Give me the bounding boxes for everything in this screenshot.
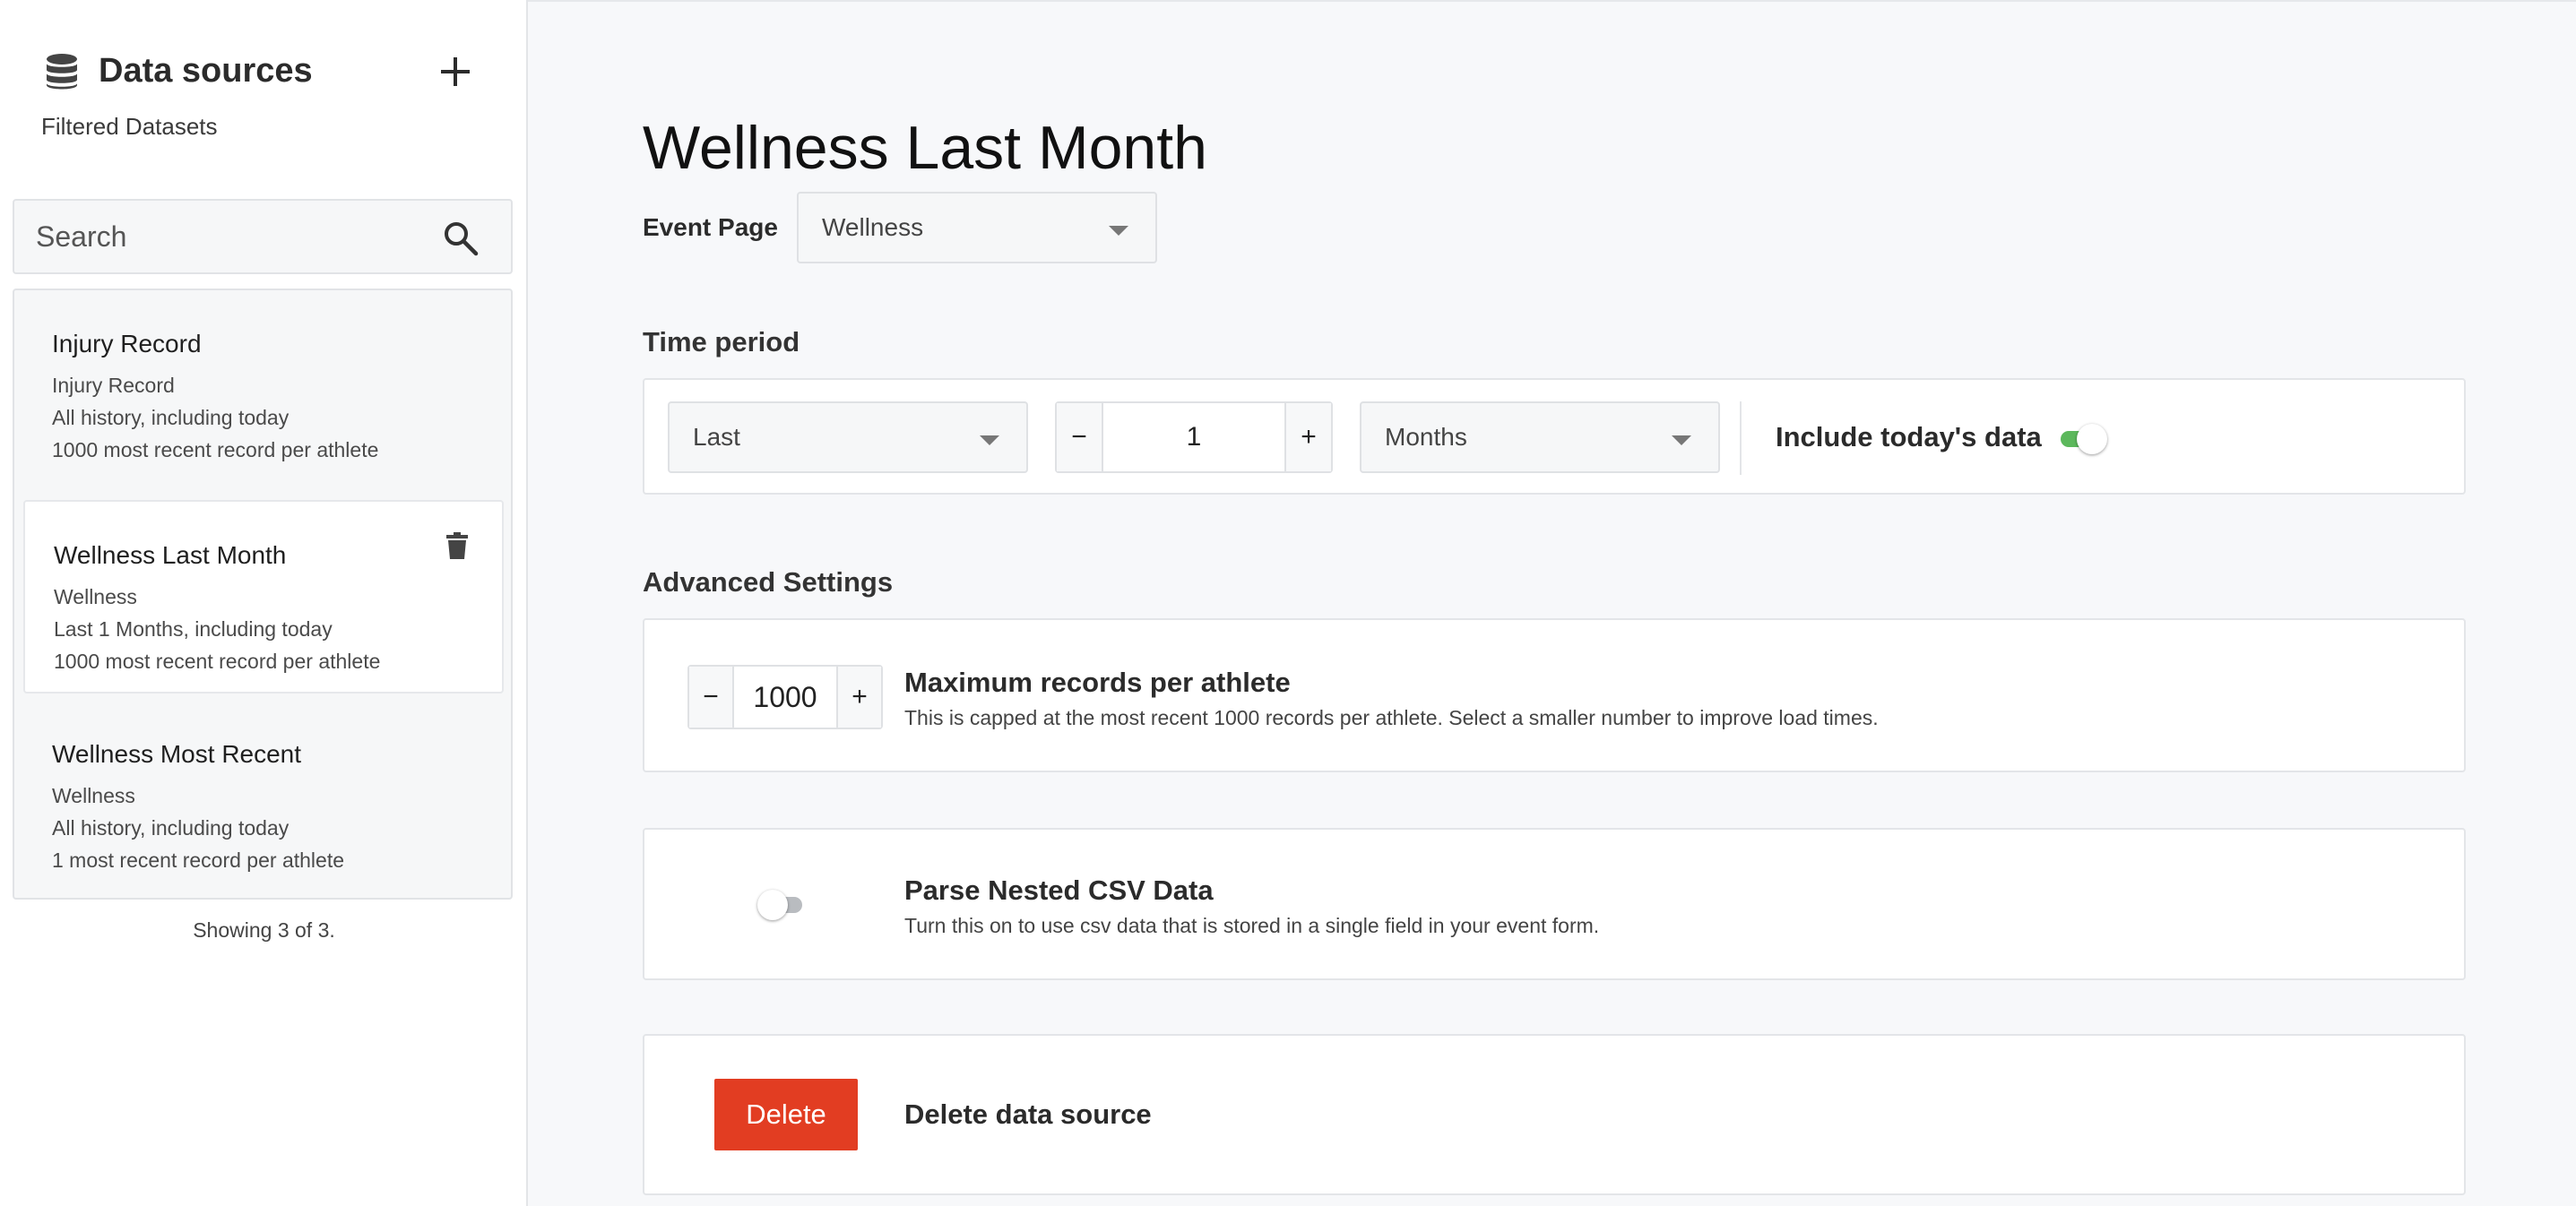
parse-csv-title: Parse Nested CSV Data [904, 874, 1214, 906]
search-input[interactable] [14, 201, 427, 272]
event-page-value: Wellness [822, 213, 924, 241]
include-today-toggle[interactable] [2057, 423, 2107, 454]
delete-card: Delete Delete data source [643, 1034, 2466, 1195]
list-item-period: Last 1 Months, including today [54, 617, 333, 641]
list-item-period: All history, including today [52, 816, 290, 840]
increment-button[interactable]: + [838, 667, 881, 728]
showing-count: Showing 3 of 3. [193, 918, 335, 942]
time-period-label: Time period [643, 326, 800, 357]
decrement-button[interactable]: − [1057, 403, 1102, 471]
max-records-card: − 1000 + Maximum records per athlete Thi… [643, 618, 2466, 772]
add-data-source-button[interactable] [436, 52, 475, 91]
app: Data sources Filtered Datasets Injury Re… [0, 0, 2576, 1206]
database-icon [47, 53, 77, 89]
parse-csv-toggle[interactable] [757, 889, 802, 920]
increment-button[interactable]: + [1286, 403, 1331, 471]
parse-csv-description: Turn this on to use csv data that is sto… [904, 914, 1600, 937]
list-item-selected[interactable]: Wellness Last Month Wellness Last 1 Mont… [23, 500, 504, 693]
list-item-records: 1 most recent record per athlete [52, 849, 344, 872]
list-item-records: 1000 most recent record per athlete [52, 438, 379, 461]
list-item-name: Injury Record [52, 330, 202, 357]
decrement-button[interactable]: − [689, 667, 732, 728]
period-relation-select[interactable]: Last [668, 401, 1028, 473]
max-records-description: This is capped at the most recent 1000 r… [904, 706, 1879, 729]
list-item-event: Wellness [52, 784, 135, 807]
time-period-card: Last − 1 + Months Include today's data [643, 378, 2466, 495]
sidebar-subtitle: Filtered Datasets [41, 113, 218, 140]
advanced-settings-label: Advanced Settings [643, 566, 894, 598]
list-item-name: Wellness Last Month [54, 541, 287, 569]
list-item[interactable]: Injury Record Injury Record All history,… [14, 290, 511, 484]
list-item-name: Wellness Most Recent [52, 740, 302, 768]
period-relation-value: Last [693, 423, 740, 451]
search-icon[interactable] [443, 220, 479, 256]
data-source-list: Injury Record Injury Record All history,… [13, 289, 513, 900]
list-item-records: 1000 most recent record per athlete [54, 650, 381, 673]
divider [1740, 401, 1742, 475]
delete-button[interactable]: Delete [714, 1079, 858, 1150]
toggle-knob [757, 890, 788, 920]
caret-down-icon [980, 435, 999, 445]
event-page-select[interactable]: Wellness [797, 192, 1157, 263]
search-box [13, 199, 513, 274]
list-item[interactable]: Wellness Most Recent Wellness All histor… [14, 701, 511, 894]
caret-down-icon [1109, 226, 1128, 236]
include-today-label: Include today's data [1776, 421, 2042, 452]
sidebar-title: Data sources [99, 52, 313, 90]
period-unit-value: Months [1385, 423, 1467, 451]
event-page-label: Event Page [643, 213, 778, 241]
period-amount-value[interactable]: 1 [1102, 403, 1286, 471]
max-records-stepper: − 1000 + [687, 665, 883, 729]
period-amount-stepper: − 1 + [1055, 401, 1333, 473]
list-item-event: Wellness [54, 585, 137, 608]
sidebar: Data sources Filtered Datasets Injury Re… [0, 0, 528, 1206]
list-item-period: All history, including today [52, 406, 290, 429]
max-records-title: Maximum records per athlete [904, 667, 1291, 698]
max-records-value[interactable]: 1000 [732, 667, 838, 728]
period-unit-select[interactable]: Months [1360, 401, 1720, 473]
main-panel: Wellness Last Month Event Page Wellness … [528, 0, 2576, 1206]
parse-csv-card: Parse Nested CSV Data Turn this on to us… [643, 828, 2466, 980]
sidebar-header: Data sources [45, 52, 313, 90]
delete-data-source-label: Delete data source [904, 1098, 1152, 1130]
toggle-knob [2077, 424, 2107, 454]
caret-down-icon [1672, 435, 1691, 445]
page-title: Wellness Last Month [643, 114, 1207, 182]
list-item-event: Injury Record [52, 374, 175, 397]
trash-icon[interactable] [446, 532, 468, 559]
